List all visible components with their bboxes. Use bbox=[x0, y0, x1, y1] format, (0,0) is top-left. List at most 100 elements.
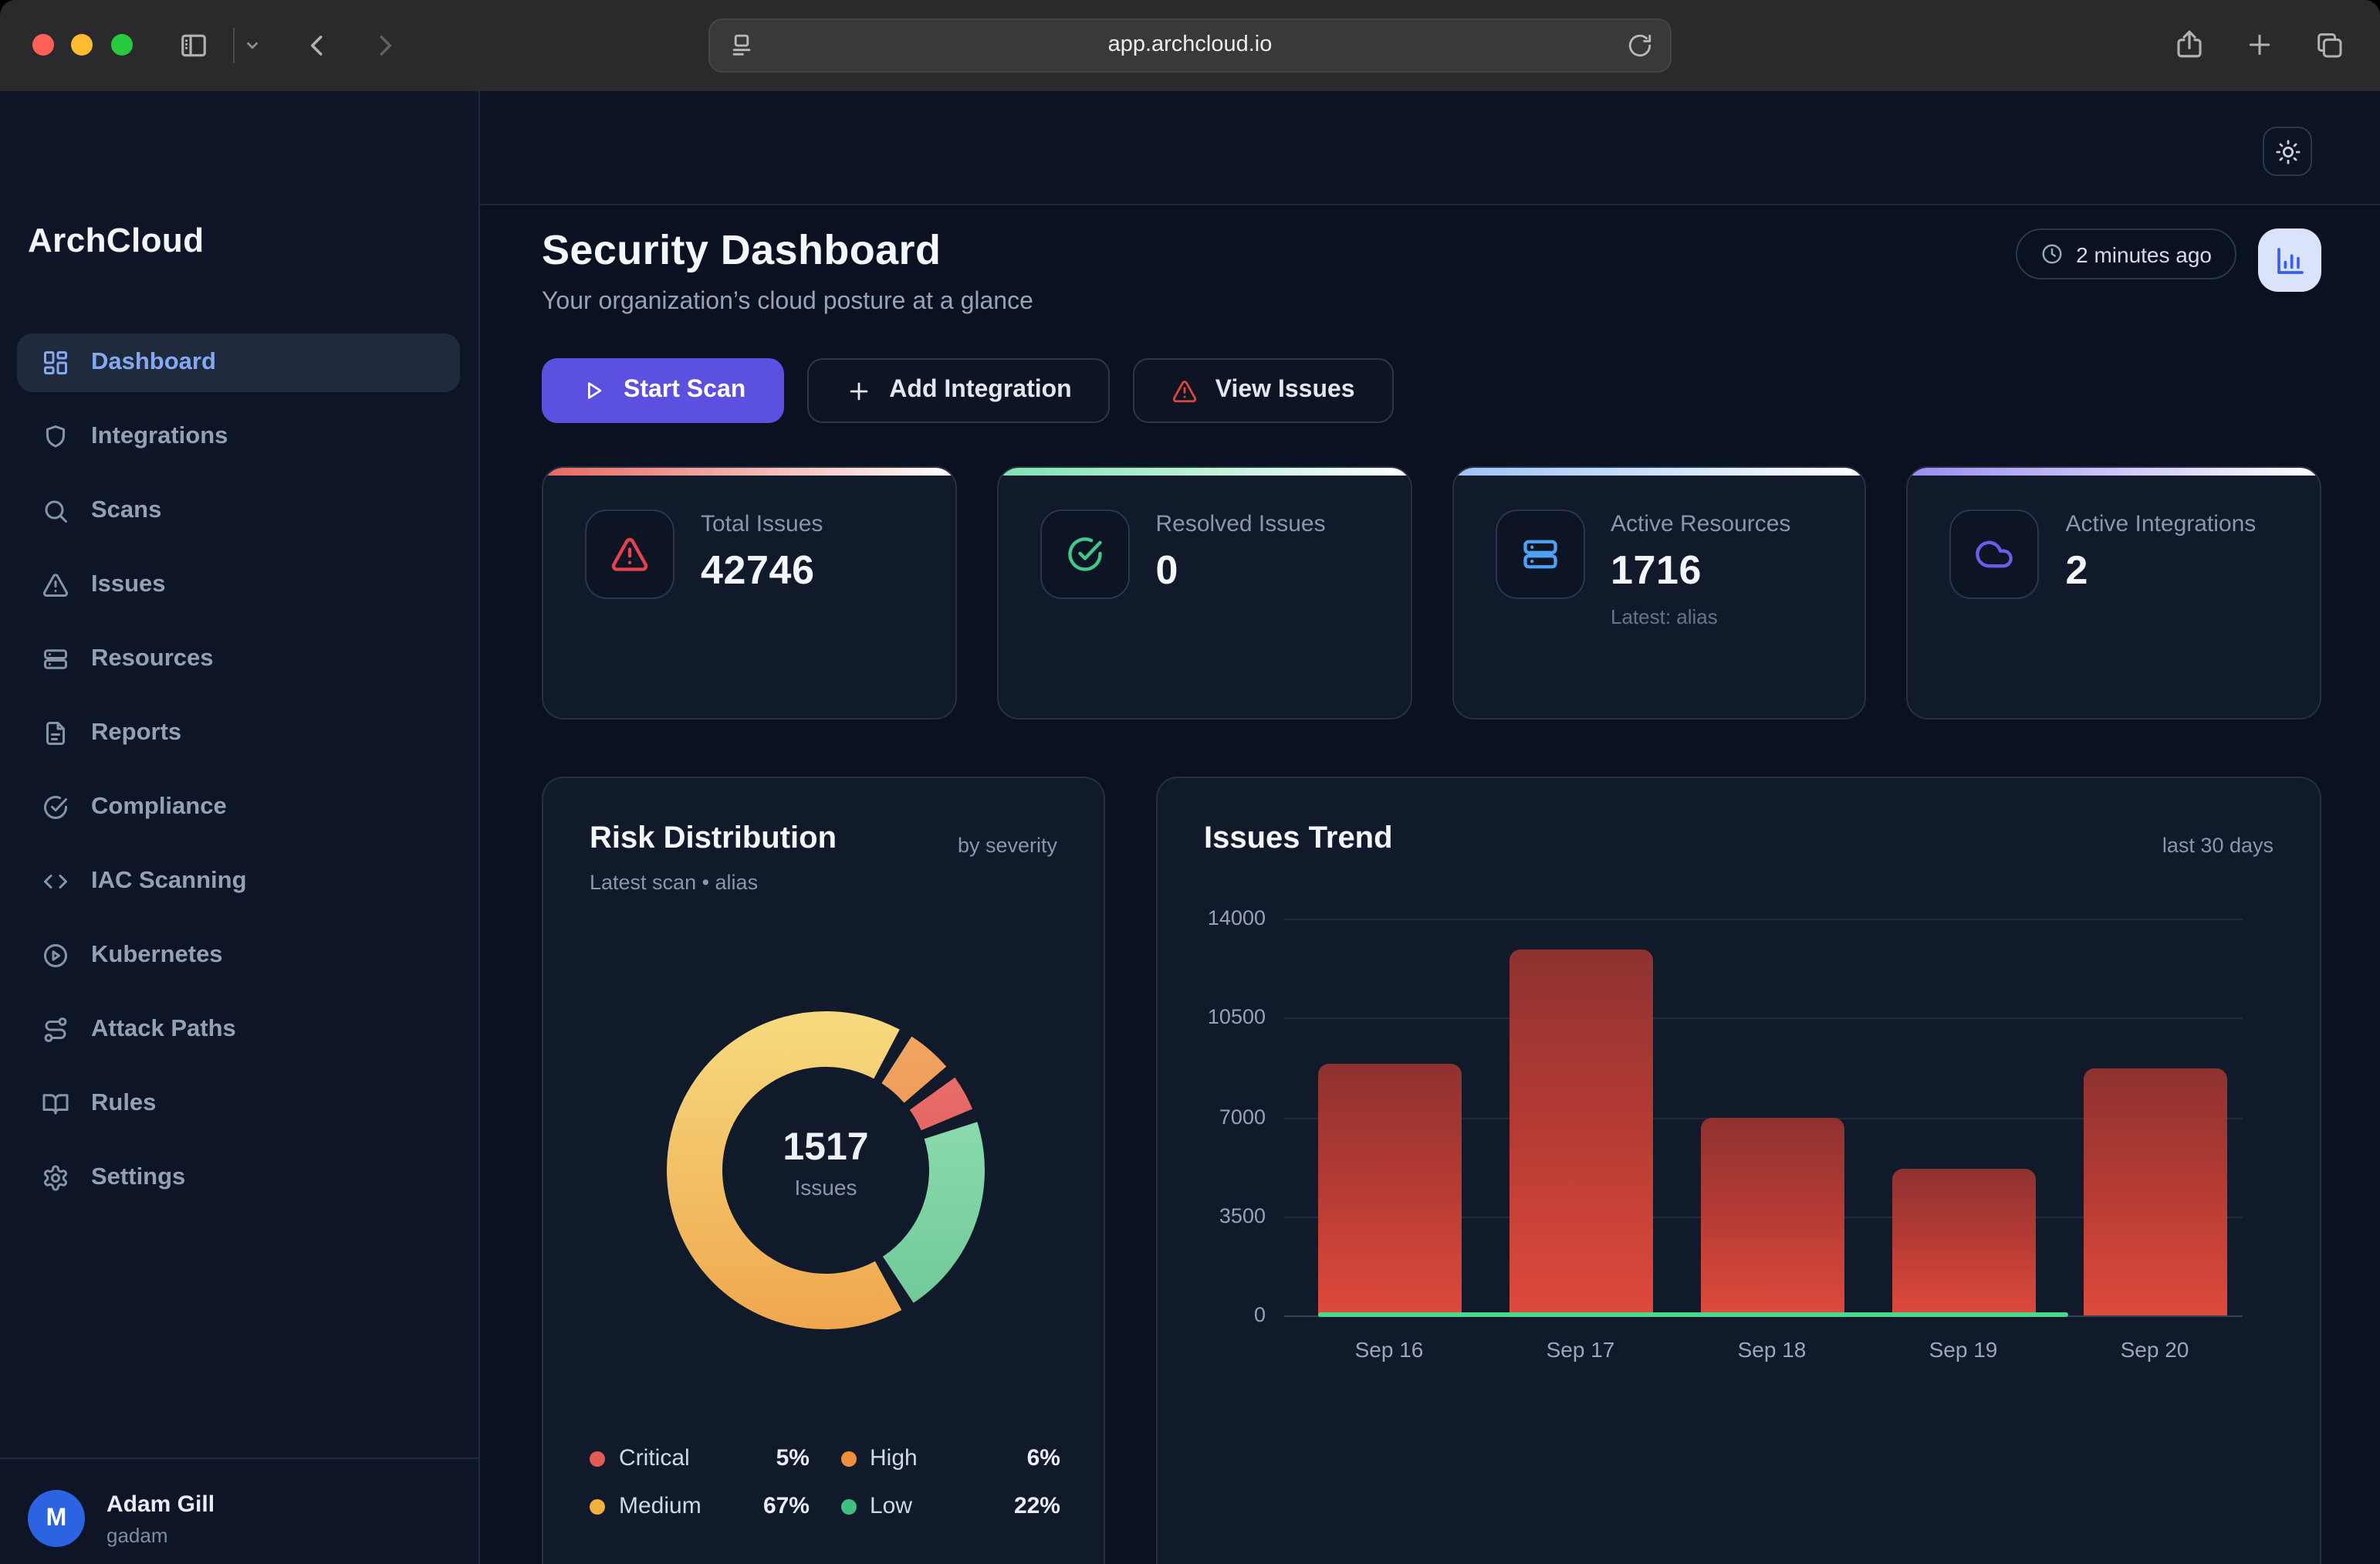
legend-label: Medium bbox=[619, 1493, 701, 1519]
issues-trend-chart: 0350070001050014000Sep 16Sep 17Sep 18Sep… bbox=[1158, 778, 2320, 1564]
sidebar-item-label: Kubernetes bbox=[91, 942, 223, 970]
sidebar-item-dashboard[interactable]: Dashboard bbox=[17, 333, 460, 392]
check-circle-icon bbox=[42, 794, 69, 821]
sidebar-toggle-icon[interactable] bbox=[179, 31, 208, 60]
stat-card-accent bbox=[1908, 468, 2321, 476]
legend-percent: 5% bbox=[776, 1445, 810, 1471]
file-text-icon bbox=[42, 719, 69, 747]
sidebar-item-iac-scanning[interactable]: IAC Scanning bbox=[17, 852, 460, 911]
stat-icon-box bbox=[585, 509, 674, 599]
sidebar-item-issues[interactable]: Issues bbox=[17, 556, 460, 614]
sidebar-item-settings[interactable]: Settings bbox=[17, 1149, 460, 1207]
trend-bar-sep-16 bbox=[1317, 1063, 1461, 1315]
chevron-down-icon[interactable] bbox=[244, 37, 261, 54]
donut-segment-high bbox=[897, 1060, 925, 1085]
stat-extra: Latest: alias bbox=[1611, 605, 1790, 628]
avatar[interactable]: M bbox=[28, 1490, 85, 1547]
stat-value: 2 bbox=[2066, 547, 2257, 594]
server-icon bbox=[1520, 534, 1560, 574]
legend-item-high: High6% bbox=[840, 1445, 1060, 1471]
last-updated-text: 2 minutes ago bbox=[2076, 242, 2212, 266]
browser-window: app.archcloud.io ArchCloud Dashboard Inte… bbox=[0, 0, 2380, 1564]
sidebar-item-kubernetes[interactable]: Kubernetes bbox=[17, 926, 460, 985]
reload-icon[interactable] bbox=[1627, 32, 1653, 59]
donut-segment-medium bbox=[695, 1039, 888, 1302]
donut-svg bbox=[664, 1008, 988, 1332]
sidebar-item-reports[interactable]: Reports bbox=[17, 704, 460, 763]
new-tab-icon[interactable] bbox=[2244, 29, 2275, 60]
add-integration-button[interactable]: Add Integration bbox=[807, 358, 1110, 423]
risk-legend: Critical5%High6%Medium67%Low22% bbox=[590, 1445, 1060, 1519]
start-scan-button[interactable]: Start Scan bbox=[542, 358, 784, 423]
risk-donut-chart: 1517 Issues bbox=[664, 1008, 988, 1332]
sun-icon bbox=[2274, 138, 2301, 164]
sidebar-item-label: IAC Scanning bbox=[91, 868, 247, 895]
route-icon bbox=[42, 1016, 69, 1044]
stat-icon-box bbox=[1495, 509, 1584, 599]
x-axis-label: Sep 19 bbox=[1878, 1337, 2048, 1362]
stat-value: 42746 bbox=[701, 547, 823, 594]
app-root: ArchCloud Dashboard Integrations Scans Issu… bbox=[0, 91, 2380, 1564]
reports-chart-button[interactable] bbox=[2258, 229, 2321, 292]
y-axis-tick: 10500 bbox=[1170, 1006, 1266, 1029]
sidebar-item-scans[interactable]: Scans bbox=[17, 482, 460, 540]
donut-segment-critical bbox=[932, 1094, 947, 1120]
sidebar-user-section: M Adam Gill gadam Sign out bbox=[0, 1457, 478, 1564]
x-axis-label: Sep 17 bbox=[1496, 1337, 1665, 1362]
sidebar-item-label: Resources bbox=[91, 645, 214, 673]
sidebar-item-label: Dashboard bbox=[91, 349, 216, 377]
check-circle-icon bbox=[1065, 534, 1105, 574]
stat-card-active-integrations: Active Integrations 2 bbox=[1907, 466, 2322, 719]
traffic-light-zoom[interactable] bbox=[111, 34, 133, 56]
risk-card-note: by severity bbox=[958, 834, 1057, 857]
tabs-overview-icon[interactable] bbox=[2314, 29, 2345, 60]
stat-label: Active Integrations bbox=[2066, 509, 2257, 540]
x-axis-label: Sep 16 bbox=[1304, 1337, 1474, 1362]
y-axis-tick: 7000 bbox=[1170, 1105, 1266, 1128]
app-logo: ArchCloud bbox=[28, 221, 205, 261]
theme-toggle-button[interactable] bbox=[2263, 127, 2312, 176]
sidebar-item-attack-paths[interactable]: Attack Paths bbox=[17, 1000, 460, 1059]
donut-segment-low bbox=[898, 1130, 957, 1279]
gridline bbox=[1284, 1018, 2243, 1020]
sidebar-item-rules[interactable]: Rules bbox=[17, 1075, 460, 1133]
stat-label: Total Issues bbox=[701, 509, 823, 540]
legend-dot bbox=[590, 1451, 605, 1466]
stat-value: 1716 bbox=[1611, 547, 1790, 594]
trend-bar-sep-20 bbox=[2083, 1069, 2226, 1315]
dashboard-content: Security Dashboard Your organization’s c… bbox=[480, 204, 2380, 1564]
sidebar-item-label: Rules bbox=[91, 1090, 156, 1118]
legend-item-low: Low22% bbox=[840, 1493, 1060, 1519]
stat-value: 0 bbox=[1156, 547, 1326, 594]
back-icon[interactable] bbox=[303, 31, 332, 60]
x-axis-label: Sep 20 bbox=[2070, 1337, 2240, 1362]
y-axis-tick: 0 bbox=[1170, 1303, 1266, 1326]
stat-card-active-resources: Active Resources1716Latest: alias bbox=[1452, 466, 1867, 719]
legend-percent: 67% bbox=[763, 1493, 810, 1519]
sidebar-item-label: Scans bbox=[91, 497, 161, 525]
sidebar-item-resources[interactable]: Resources bbox=[17, 630, 460, 689]
risk-distribution-card: Risk Distribution by severity Latest sca… bbox=[542, 777, 1105, 1564]
plus-icon bbox=[846, 377, 872, 404]
sidebar-item-label: Settings bbox=[91, 1164, 185, 1192]
trend-bar-sep-19 bbox=[1891, 1168, 2035, 1315]
share-icon[interactable] bbox=[2173, 28, 2206, 60]
legend-dot bbox=[840, 1451, 856, 1466]
legend-percent: 22% bbox=[1014, 1493, 1060, 1519]
risk-card-subtitle: Latest scan • alias bbox=[590, 871, 758, 894]
sidebar-item-label: Attack Paths bbox=[91, 1016, 236, 1044]
add-integration-label: Add Integration bbox=[889, 377, 1071, 405]
book-open-icon bbox=[42, 1090, 69, 1118]
traffic-light-close[interactable] bbox=[32, 34, 54, 56]
sidebar-item-compliance[interactable]: Compliance bbox=[17, 778, 460, 837]
address-bar[interactable]: app.archcloud.io bbox=[708, 19, 1672, 73]
server-icon bbox=[42, 645, 69, 673]
sidebar-item-integrations[interactable]: Integrations bbox=[17, 408, 460, 466]
legend-label: High bbox=[870, 1445, 918, 1471]
url-text: app.archcloud.io bbox=[710, 32, 1670, 57]
browser-toolbar: app.archcloud.io bbox=[0, 0, 2380, 91]
last-updated-pill[interactable]: 2 minutes ago bbox=[2016, 229, 2236, 279]
view-issues-button[interactable]: View Issues bbox=[1134, 358, 1394, 423]
forward-icon[interactable] bbox=[370, 31, 400, 60]
traffic-light-minimize[interactable] bbox=[71, 34, 93, 56]
